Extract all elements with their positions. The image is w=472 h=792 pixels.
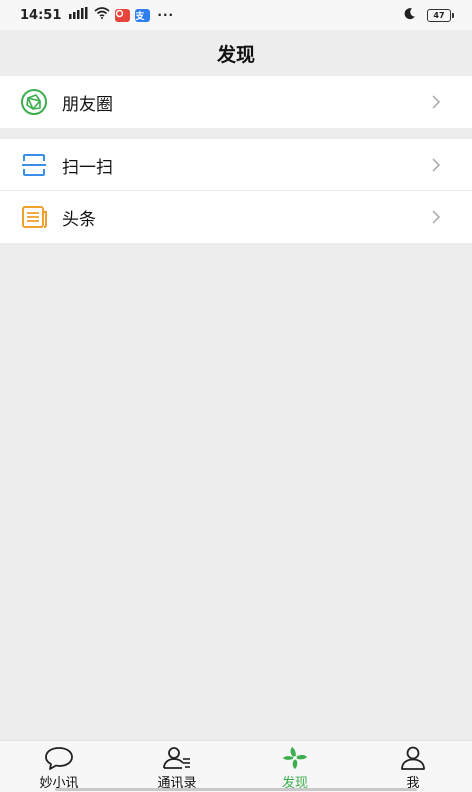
alipay-notification-icon: 支 xyxy=(135,8,151,22)
discover-icon xyxy=(279,745,311,771)
more-notifications-indicator: ··· xyxy=(157,8,175,22)
chevron-right-icon xyxy=(430,157,442,173)
scan-icon xyxy=(20,151,48,179)
page-header: 发现 xyxy=(0,30,472,76)
menu-item-label: 扫一扫 xyxy=(62,157,113,178)
news-icon xyxy=(20,203,48,231)
menu-group-moments: 朋友圈 xyxy=(0,76,472,128)
status-bar: 14:51 支 ··· 47 xyxy=(0,0,472,30)
tab-contacts[interactable]: 通讯录 xyxy=(118,741,236,792)
menu-item-news[interactable]: 头条 xyxy=(0,191,472,243)
contacts-icon xyxy=(161,745,193,771)
profile-icon xyxy=(397,745,429,771)
tab-chats[interactable]: 妙小讯 xyxy=(0,741,118,792)
moments-icon xyxy=(20,88,48,116)
menu-item-label: 朋友圈 xyxy=(62,94,113,115)
bottom-tab-bar: 妙小讯 通讯录 发现 我 xyxy=(0,740,472,792)
menu-item-moments[interactable]: 朋友圈 xyxy=(0,76,472,128)
tab-discover[interactable]: 发现 xyxy=(236,741,354,792)
battery-indicator: 47 xyxy=(427,8,454,22)
moon-icon xyxy=(403,7,416,24)
app-notification-icon xyxy=(115,8,131,22)
menu-group-tools: 扫一扫 头条 xyxy=(0,139,472,243)
home-indicator[interactable] xyxy=(55,788,417,791)
menu-item-scan[interactable]: 扫一扫 xyxy=(0,139,472,191)
chevron-right-icon xyxy=(430,209,442,225)
menu-item-label: 头条 xyxy=(62,209,96,230)
tab-me[interactable]: 我 xyxy=(354,741,472,792)
chat-bubble-icon xyxy=(43,745,75,771)
battery-level: 47 xyxy=(427,8,451,22)
status-time: 14:51 xyxy=(20,7,62,23)
wifi-icon xyxy=(94,7,110,23)
page-title: 发现 xyxy=(216,43,255,66)
signal-icon xyxy=(69,7,89,23)
chevron-right-icon xyxy=(430,94,442,110)
